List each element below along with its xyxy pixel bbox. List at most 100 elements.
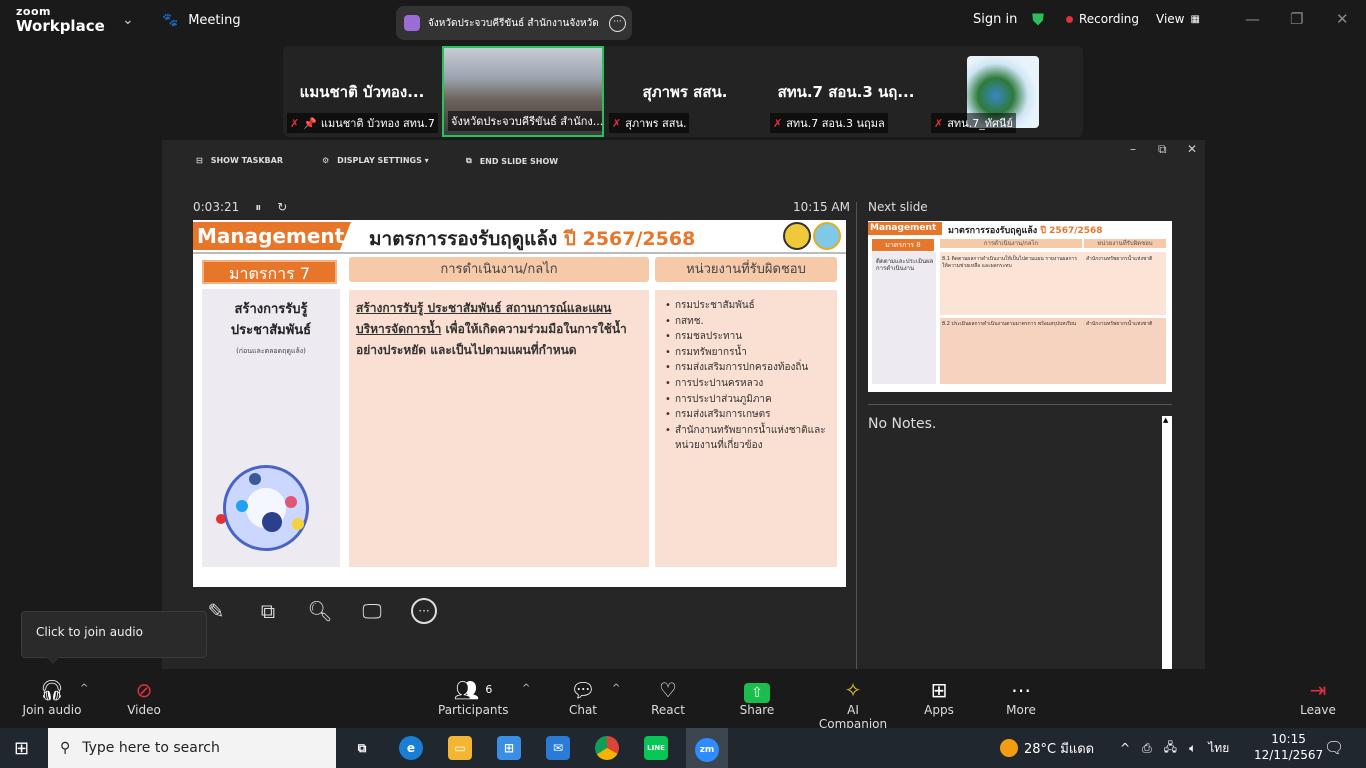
shield-check-icon[interactable]: ⛊ bbox=[1032, 10, 1044, 30]
share-button[interactable]: ⇧ Share bbox=[737, 677, 777, 717]
participants-chevron-icon[interactable]: ^ bbox=[522, 683, 530, 694]
ai-companion-button[interactable]: ✧ AI Companion bbox=[812, 677, 894, 731]
sparkle-icon: ✧ bbox=[844, 678, 862, 702]
tooltip-text: Click to join audio bbox=[36, 625, 143, 639]
mic-muted-icon: ✗ bbox=[612, 116, 622, 130]
see-all-slides-icon[interactable]: ⧉ bbox=[255, 598, 281, 624]
react-button[interactable]: ♡ React bbox=[646, 677, 690, 717]
weather-text: 28°C มีแดด bbox=[1024, 741, 1095, 757]
participant-label: ✗ สทน.7_ทัศนีย์ bbox=[931, 113, 1016, 133]
more-slideshow-options-icon[interactable]: ··· bbox=[411, 598, 437, 624]
restart-icon[interactable]: ↻ bbox=[277, 200, 287, 215]
sign-in-label: Sign in bbox=[973, 12, 1018, 27]
participant-tile[interactable]: สทน.7 สอน.3 นฤ... ✗ สทน.7 สอน.3 นฤมล bbox=[766, 46, 926, 137]
operations-header: การดำเนินงาน/กลไก bbox=[349, 257, 649, 282]
pin-icon: 📌 bbox=[303, 116, 317, 130]
chrome-icon[interactable] bbox=[595, 736, 619, 760]
agency-seal-icon bbox=[783, 222, 811, 250]
share-label: Share bbox=[739, 703, 775, 717]
chat-chevron-icon[interactable]: ^ bbox=[612, 683, 620, 694]
tray-chevron-icon[interactable]: ^ bbox=[1120, 741, 1130, 755]
social-media-network-icon bbox=[216, 465, 309, 551]
minimize-icon[interactable]: — bbox=[1245, 10, 1260, 28]
headphones-icon: 🎧︎ bbox=[39, 678, 65, 702]
top-bar: zoom Workplace ⌄ 🐾 Meeting จังหวัดประจวบ… bbox=[0, 0, 1366, 44]
participants-label: Participants bbox=[438, 703, 509, 717]
more-button[interactable]: ⋯ More bbox=[1002, 677, 1040, 717]
lightbulb-icon bbox=[292, 518, 304, 530]
presenter-tools: ✎ ⧉ 🔍︎ 🖵 ··· bbox=[203, 598, 437, 624]
current-slide[interactable]: Management มาตรการรองรับฤดูแล้ง ปี 2567/… bbox=[193, 220, 846, 587]
leave-button[interactable]: ⇥ Leave bbox=[1298, 677, 1338, 717]
participant-tile[interactable]: สุภาพร สสน. ✗ สุภาพร สสน. bbox=[605, 46, 765, 137]
taskbar-search[interactable]: ⚲ Type here to search bbox=[48, 728, 336, 768]
edge-icon[interactable]: e bbox=[399, 736, 423, 760]
weather-widget[interactable]: 28°C มีแดด bbox=[1000, 728, 1094, 768]
pin-node-icon bbox=[216, 514, 226, 524]
pane-divider[interactable] bbox=[856, 202, 857, 670]
zoom-magnifier-icon[interactable]: 🔍︎ bbox=[307, 598, 333, 624]
participant-tile[interactable]: ✗ สทน.7_ทัศนีย์ bbox=[927, 46, 1083, 137]
agency-item: กสทช. bbox=[665, 314, 827, 330]
black-screen-icon[interactable]: 🖵 bbox=[359, 598, 385, 624]
display-settings-button[interactable]: ⚙ DISPLAY SETTINGS ▾ bbox=[322, 156, 429, 165]
pause-icon[interactable]: ⏸ bbox=[255, 200, 261, 215]
zoom-logo: zoom Workplace bbox=[16, 6, 105, 34]
apps-icon: ⊞ bbox=[930, 678, 948, 702]
apps-button[interactable]: ⊞ Apps bbox=[920, 677, 958, 717]
agency-item: กรมทรัพยากรน้ำ bbox=[665, 345, 827, 361]
chat-button[interactable]: 💬︎ Chat bbox=[562, 677, 604, 717]
volume-icon[interactable]: 🔈︎ bbox=[1189, 741, 1196, 756]
participants-button[interactable]: 👥︎ 6 Participants bbox=[438, 677, 509, 717]
more-options-icon[interactable]: ··· bbox=[609, 14, 626, 32]
end-slide-show-button[interactable]: ⧉ END SLIDE SHOW bbox=[466, 156, 558, 166]
ss-restore-icon[interactable]: ⧉ bbox=[1158, 142, 1167, 157]
agency-item: กรมประชาสัมพันธ์ bbox=[665, 298, 827, 314]
notes-scrollbar[interactable] bbox=[1162, 416, 1172, 670]
next-slide-thumbnail[interactable]: Management มาตรการรองรับฤดูแล้ง ปี 2567/… bbox=[868, 221, 1172, 392]
participant-tile-active-speaker[interactable]: จังหวัดประจวบคีรีขันธ์ สำนักง... bbox=[442, 46, 604, 137]
participant-label: ✗ 📌 แมนชาติ บัวทอง สทน.7 bbox=[287, 113, 438, 133]
search-placeholder: Type here to search bbox=[82, 740, 220, 756]
notes-divider bbox=[868, 404, 1172, 405]
file-explorer-icon[interactable]: ▭ bbox=[448, 736, 472, 760]
audio-options-chevron-icon[interactable]: ^ bbox=[80, 683, 88, 694]
show-taskbar-button[interactable]: ⊟ SHOW TASKBAR bbox=[196, 156, 283, 165]
participant-tile[interactable]: แมนชาติ บัวทอง... ✗ 📌 แมนชาติ บัวทอง สทน.7 bbox=[283, 46, 441, 137]
taskbar-clock[interactable]: 10:15 12/11/2567 bbox=[1254, 731, 1323, 763]
meet-now-icon[interactable]: ⎙ bbox=[1142, 741, 1152, 756]
maximize-icon[interactable]: ❐ bbox=[1290, 10, 1303, 28]
sign-in-button[interactable]: Sign in bbox=[973, 12, 1017, 27]
mail-icon[interactable]: ✉ bbox=[546, 736, 570, 760]
meeting-title-pill[interactable]: จังหวัดประจวบคีรีขันธ์ สำนักงานจังหวัด ·… bbox=[396, 6, 632, 40]
host-avatar-icon bbox=[404, 15, 420, 31]
zoom-taskbar-button[interactable]: zm bbox=[686, 728, 728, 768]
paw-icon: 🐾 bbox=[162, 13, 179, 28]
participant-label-text: สทน.7 สอน.3 นฤมล bbox=[786, 117, 885, 130]
recording-indicator[interactable]: Recording bbox=[1066, 12, 1139, 26]
participant-name: สุภาพร สสน. bbox=[642, 83, 728, 101]
notification-icon[interactable]: 🗨︎ bbox=[1324, 738, 1344, 757]
input-language[interactable]: ไทย bbox=[1208, 739, 1229, 758]
system-tray: ^ ⎙ 🖧︎ 🔈︎ ไทย bbox=[1120, 728, 1229, 768]
operations-panel: สร้างการรับรู้ ประชาสัมพันธ์ สถานการณ์แล… bbox=[349, 290, 649, 567]
recording-label: Recording bbox=[1079, 12, 1140, 26]
ss-minimize-icon[interactable]: – bbox=[1130, 142, 1136, 156]
close-icon[interactable]: ✕ bbox=[1336, 10, 1349, 28]
taskbar-date: 12/11/2567 bbox=[1254, 748, 1324, 762]
windows-start-icon[interactable]: ⊞ bbox=[14, 738, 29, 759]
network-icon[interactable]: 🖧︎ bbox=[1164, 738, 1177, 759]
task-view-icon[interactable]: ⧉ bbox=[350, 736, 374, 760]
ss-close-icon[interactable]: ✕ bbox=[1187, 142, 1197, 156]
measure-subtitle: (ก่อนและตลอดฤดูแล้ง) bbox=[236, 347, 306, 355]
mic-muted-icon: ✗ bbox=[934, 116, 944, 130]
meeting-menu-button[interactable]: 🐾 Meeting bbox=[162, 13, 241, 28]
join-audio-button[interactable]: 🎧︎ Join audio bbox=[20, 677, 84, 717]
store-icon[interactable]: ⊞ bbox=[497, 736, 521, 760]
app-menu-chevron-icon[interactable]: ⌄ bbox=[122, 12, 134, 28]
line-icon[interactable]: LINE bbox=[644, 736, 668, 760]
speaker-notes[interactable]: No Notes. bbox=[868, 416, 936, 432]
video-button[interactable]: ⊘ Video bbox=[120, 677, 168, 717]
logo-bottom-text: Workplace bbox=[16, 17, 105, 35]
view-button[interactable]: View ▦ bbox=[1156, 12, 1200, 26]
